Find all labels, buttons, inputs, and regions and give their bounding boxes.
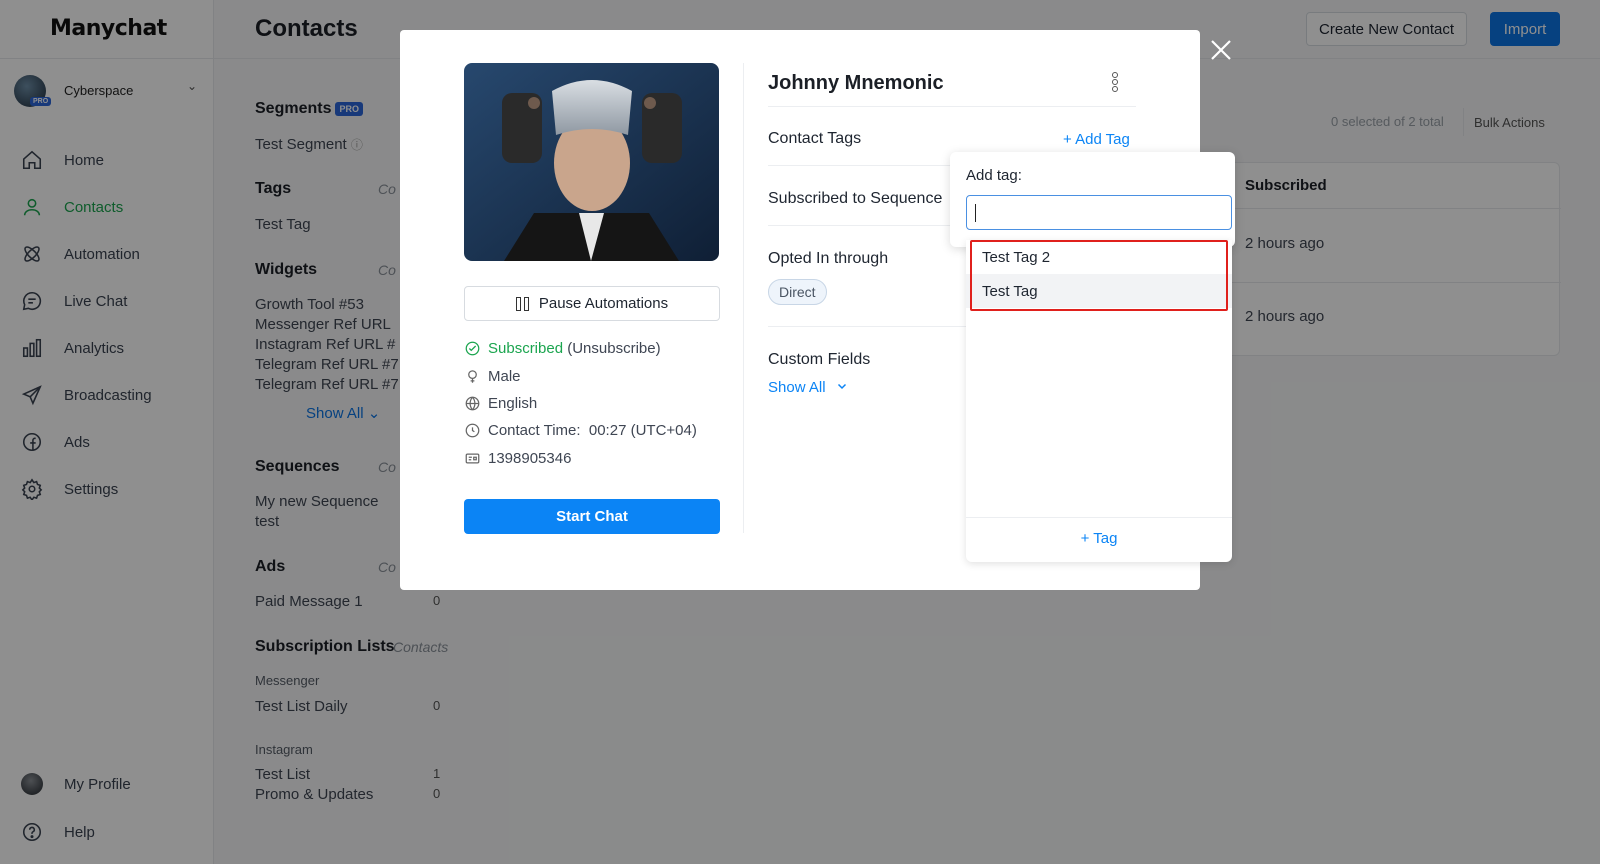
more-options-icon[interactable]: [1110, 72, 1120, 92]
add-tag-popover: Add tag:: [950, 152, 1235, 247]
opted-in-label: Opted In through: [768, 250, 889, 267]
contact-name: Johnny Mnemonic: [768, 72, 944, 94]
show-all-label: Show All: [768, 379, 826, 396]
tag-option[interactable]: Test Tag: [966, 274, 1232, 308]
subscription-status: Subscribed (Unsubscribe): [464, 338, 661, 358]
check-circle-icon: [464, 340, 480, 356]
pause-automations-button[interactable]: Pause Automations: [464, 286, 720, 321]
tag-option[interactable]: Test Tag 2: [966, 240, 1232, 274]
text-caret: [975, 204, 976, 222]
dropdown-divider: [966, 517, 1232, 518]
unsubscribe-link[interactable]: (Unsubscribe): [567, 340, 660, 357]
id-card-icon: [464, 450, 480, 466]
language-row: English: [464, 393, 537, 413]
gender-icon: [464, 368, 480, 384]
contact-photo: [464, 63, 719, 261]
pause-automations-label: Pause Automations: [538, 295, 669, 312]
contact-time-value: Contact Time: 00:27 (UTC+04): [488, 421, 697, 439]
modal-divider: [743, 63, 744, 533]
add-tag-label: Add tag:: [966, 167, 1022, 184]
contact-id-row: 1398905346: [464, 448, 571, 468]
sequences-label: Subscribed to Sequence: [768, 190, 943, 207]
gender-value: Male: [488, 367, 521, 385]
pause-icon: [515, 296, 529, 311]
custom-fields-show-all[interactable]: Show All: [768, 379, 848, 396]
globe-icon: [464, 395, 480, 411]
language-value: English: [488, 394, 538, 412]
clock-icon: [464, 422, 480, 438]
chevron-down-icon: [836, 379, 848, 396]
subscribed-label: Subscribed: [488, 339, 564, 357]
add-tag-button[interactable]: + Add Tag: [1063, 131, 1130, 148]
section-divider: [768, 106, 1136, 107]
custom-fields-label: Custom Fields: [768, 351, 871, 368]
create-tag-button[interactable]: + Tag: [966, 530, 1232, 547]
start-chat-button[interactable]: Start Chat: [464, 499, 720, 534]
opted-in-chip: Direct: [768, 279, 827, 305]
tag-search-input[interactable]: [966, 195, 1232, 230]
contact-id-value[interactable]: 1398905346: [488, 450, 571, 467]
contact-time-row: Contact Time: 00:27 (UTC+04): [464, 420, 697, 440]
contact-tags-label: Contact Tags: [768, 130, 862, 147]
tag-options-dropdown: Test Tag 2 Test Tag + Tag: [966, 240, 1232, 562]
close-icon[interactable]: [1209, 38, 1233, 62]
gender-row: Male: [464, 366, 521, 386]
